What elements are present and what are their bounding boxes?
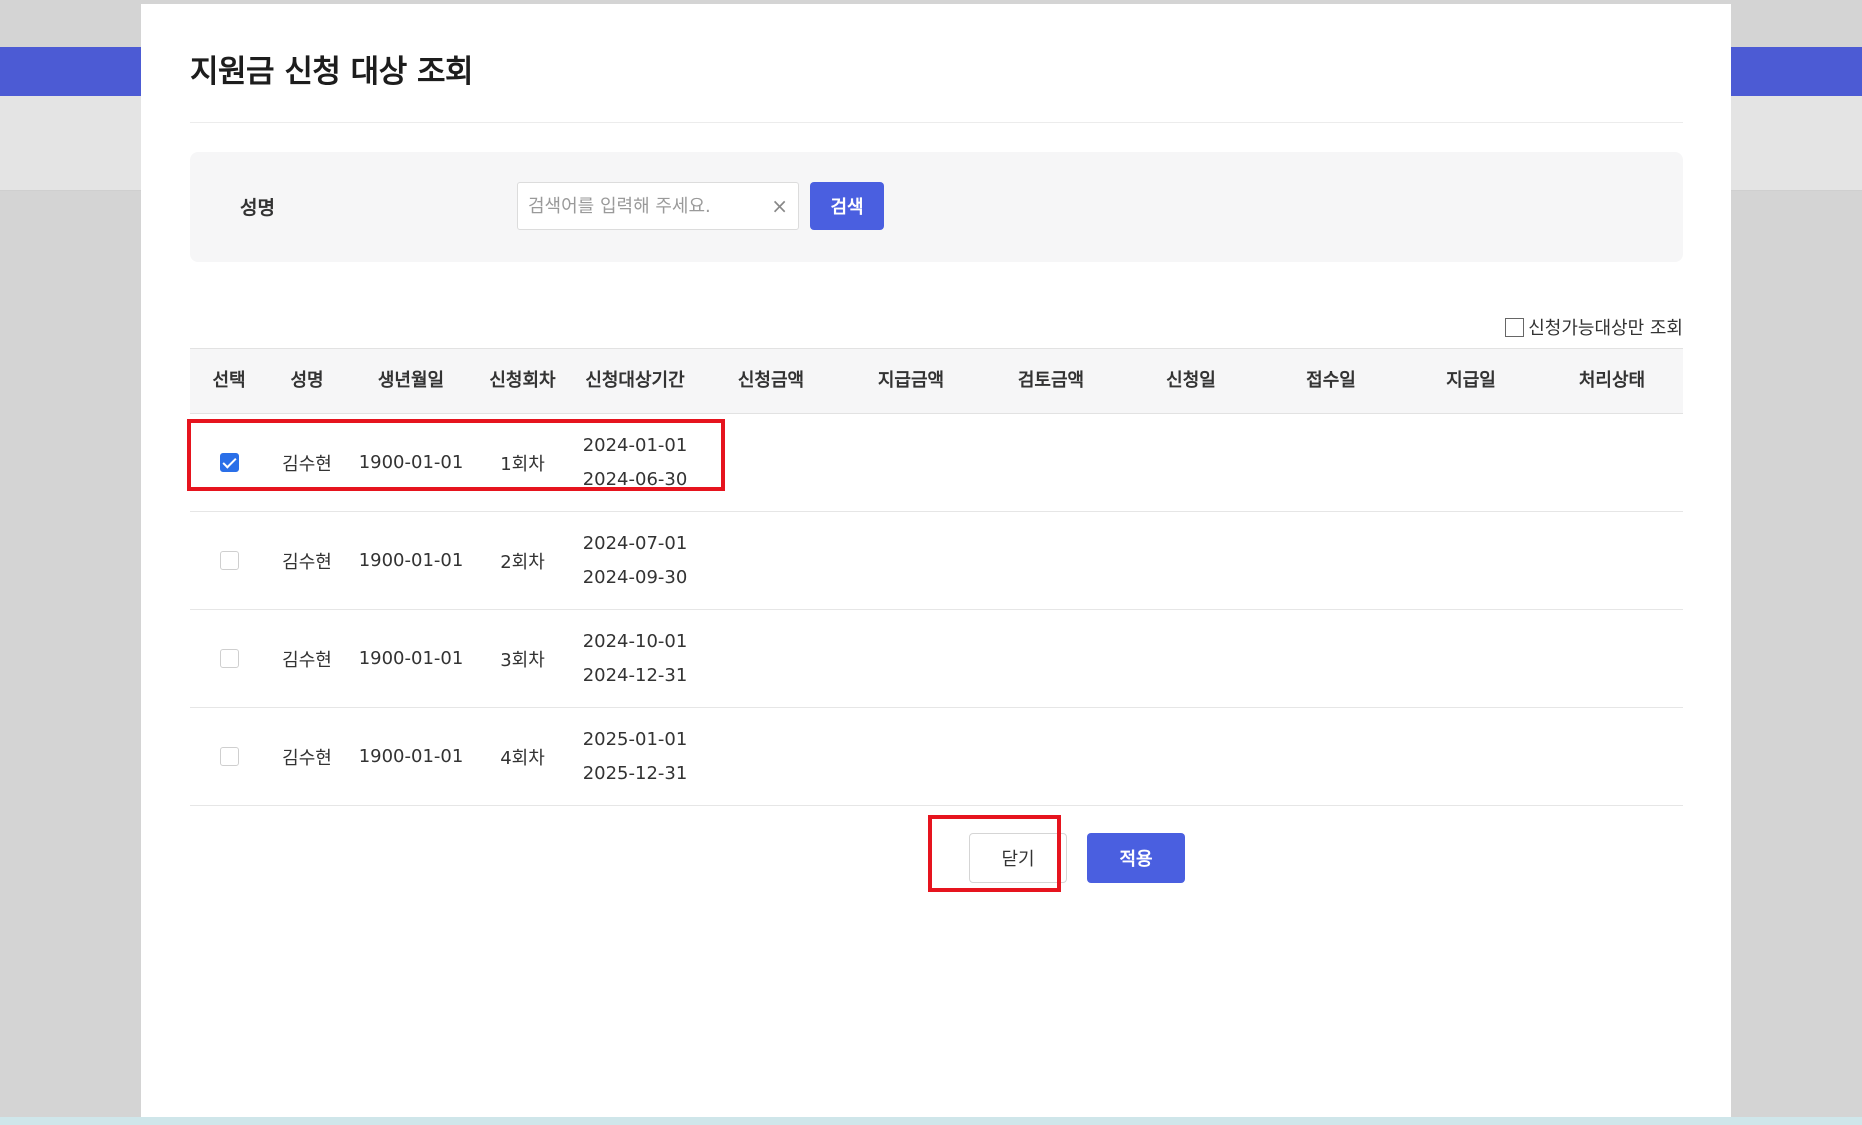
table-row[interactable]: 김수현 1900-01-01 3회차 2024-10-01 2024-12-31 bbox=[190, 610, 1683, 708]
row-period-start: 2025-01-01 bbox=[582, 728, 688, 750]
table-row[interactable]: 김수현 1900-01-01 4회차 2025-01-01 2025-12-31 bbox=[190, 708, 1683, 806]
row-birth: 1900-01-01 bbox=[358, 746, 464, 767]
modal-title: 지원금 신청 대상 조회 bbox=[190, 54, 474, 90]
available-only-filter[interactable]: 신청가능대상만 조회 bbox=[1505, 314, 1683, 340]
search-panel: 성명 × 검색 bbox=[190, 152, 1683, 262]
row-period: 2024-01-01 2024-06-30 bbox=[569, 414, 701, 511]
row-period-end: 2024-12-31 bbox=[582, 664, 688, 686]
row-period: 2025-01-01 2025-12-31 bbox=[569, 708, 701, 805]
row-round: 4회차 bbox=[500, 747, 545, 769]
table-row[interactable]: 김수현 1900-01-01 1회차 2024-01-01 2024-06-30 bbox=[190, 414, 1683, 512]
row-period-start: 2024-10-01 bbox=[582, 630, 688, 652]
header-request-date: 신청일 bbox=[1166, 370, 1216, 391]
search-input[interactable] bbox=[528, 183, 758, 229]
header-birth: 생년월일 bbox=[377, 370, 445, 391]
row-period-start: 2024-01-01 bbox=[582, 434, 688, 456]
row-round: 2회차 bbox=[500, 551, 545, 573]
header-payment-date: 지급일 bbox=[1446, 370, 1496, 391]
row-round: 3회차 bbox=[500, 649, 545, 671]
row-birth: 1900-01-01 bbox=[358, 452, 464, 473]
row-period-start: 2024-07-01 bbox=[582, 532, 688, 554]
search-label: 성명 bbox=[240, 197, 275, 219]
header-receipt-date: 접수일 bbox=[1306, 370, 1356, 391]
row-name: 김수현 bbox=[282, 649, 332, 671]
header-round: 신청회차 bbox=[489, 370, 556, 391]
apply-button[interactable]: 적용 bbox=[1087, 833, 1185, 883]
header-review-amount: 검토금액 bbox=[1017, 370, 1085, 391]
search-button[interactable]: 검색 bbox=[810, 182, 884, 230]
row-period-end: 2025-12-31 bbox=[582, 762, 688, 784]
row-name: 김수현 bbox=[282, 453, 332, 475]
header-select: 선택 bbox=[212, 370, 246, 391]
row-name: 김수현 bbox=[282, 551, 332, 573]
row-name: 김수현 bbox=[282, 747, 332, 769]
row-checkbox[interactable] bbox=[219, 551, 239, 570]
header-name: 성명 bbox=[290, 370, 324, 391]
row-period-end: 2024-06-30 bbox=[582, 468, 688, 490]
results-table: 선택 성명 생년월일 신청회차 신청대상기간 신청금액 지급금액 검토금액 신청… bbox=[190, 348, 1683, 806]
row-birth: 1900-01-01 bbox=[358, 550, 464, 571]
header-paid-amount: 지급금액 bbox=[877, 370, 945, 391]
modal-dialog: 지원금 신청 대상 조회 성명 × 검색 신청가능대상만 조회 선택 성명 생년… bbox=[141, 4, 1731, 1117]
table-row[interactable]: 김수현 1900-01-01 2회차 2024-07-01 2024-09-30 bbox=[190, 512, 1683, 610]
row-checkbox[interactable] bbox=[219, 453, 239, 472]
row-period: 2024-10-01 2024-12-31 bbox=[569, 610, 701, 707]
search-box: × bbox=[517, 182, 799, 230]
background-bottom-strip bbox=[0, 1117, 1862, 1125]
row-checkbox[interactable] bbox=[219, 747, 239, 766]
available-only-checkbox[interactable] bbox=[1505, 317, 1525, 337]
available-only-label: 신청가능대상만 조회 bbox=[1528, 318, 1683, 339]
table-header: 선택 성명 생년월일 신청회차 신청대상기간 신청금액 지급금액 검토금액 신청… bbox=[190, 348, 1683, 414]
header-request-amount: 신청금액 bbox=[737, 370, 805, 391]
header-period: 신청대상기간 bbox=[585, 370, 685, 391]
header-status: 처리상태 bbox=[1578, 370, 1646, 391]
row-birth: 1900-01-01 bbox=[358, 648, 464, 669]
close-button[interactable]: 닫기 bbox=[969, 833, 1067, 883]
clear-icon[interactable]: × bbox=[771, 195, 788, 217]
row-period: 2024-07-01 2024-09-30 bbox=[569, 512, 701, 609]
row-round: 1회차 bbox=[500, 453, 545, 475]
row-checkbox[interactable] bbox=[219, 649, 239, 668]
row-period-end: 2024-09-30 bbox=[582, 566, 688, 588]
title-divider bbox=[190, 122, 1683, 123]
